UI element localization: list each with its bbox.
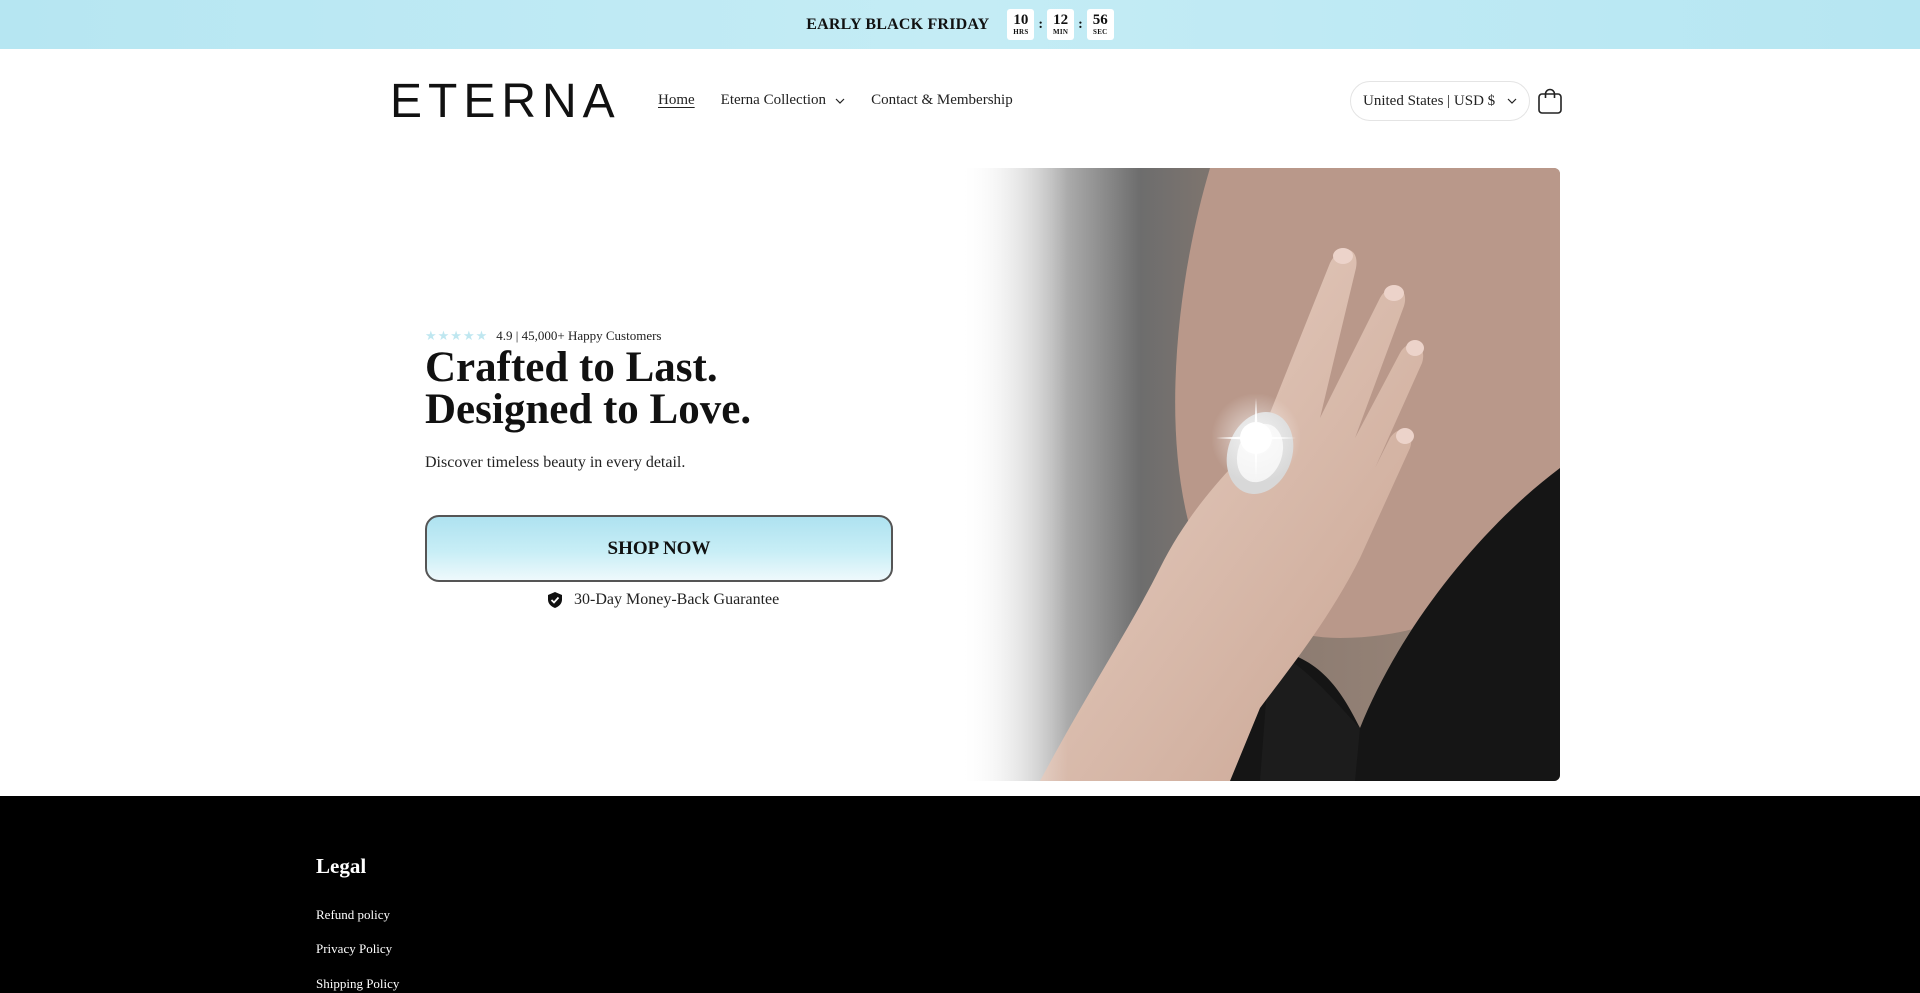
timer-hours: 10 HRS bbox=[1007, 9, 1035, 40]
main-nav: Home Eterna Collection Contact & Members… bbox=[658, 92, 1039, 109]
brand-logo[interactable]: ETERNA bbox=[390, 76, 621, 128]
nav-home[interactable]: Home bbox=[658, 92, 695, 109]
hero-subtitle: Discover timeless beauty in every detail… bbox=[425, 454, 686, 471]
hero-image bbox=[960, 168, 1560, 781]
timer-minutes: 12 MIN bbox=[1047, 9, 1075, 40]
timer-seconds: 56 SEC bbox=[1086, 9, 1114, 40]
announcement-bar: EARLY BLACK FRIDAY 10 HRS : 12 MIN : 56 … bbox=[0, 0, 1920, 49]
shield-check-icon bbox=[548, 592, 562, 608]
footer-link-shipping-policy[interactable]: Shipping Policy bbox=[316, 976, 399, 992]
footer-link-refund-policy[interactable]: Refund policy bbox=[316, 907, 390, 923]
chevron-down-icon bbox=[835, 98, 845, 104]
guarantee-text: 30-Day Money-Back Guarantee bbox=[574, 591, 780, 608]
countdown-timer: 10 HRS : 12 MIN : 56 SEC bbox=[1007, 9, 1114, 40]
announcement-text: EARLY BLACK FRIDAY bbox=[806, 15, 990, 33]
rating-stars: ★★★★★ bbox=[425, 328, 489, 343]
money-back-guarantee: 30-Day Money-Back Guarantee bbox=[546, 591, 779, 609]
timer-seconds-value: 56 bbox=[1092, 11, 1108, 28]
timer-hours-label: HRS bbox=[1013, 27, 1029, 36]
country-currency-selector[interactable]: United States | USD $ bbox=[1350, 81, 1530, 121]
nav-contact-membership[interactable]: Contact & Membership bbox=[871, 92, 1013, 109]
timer-hours-value: 10 bbox=[1013, 11, 1029, 28]
timer-minutes-label: MIN bbox=[1052, 27, 1069, 36]
hero-title: Crafted to Last. Designed to Love. bbox=[425, 344, 752, 433]
footer-link-privacy-policy[interactable]: Privacy Policy bbox=[316, 941, 392, 957]
country-currency-label: United States | USD $ bbox=[1363, 92, 1496, 109]
chevron-down-icon bbox=[1507, 98, 1517, 104]
timer-separator: : bbox=[1038, 16, 1044, 32]
timer-seconds-label: SEC bbox=[1093, 27, 1108, 36]
nav-eterna-collection-label: Eterna Collection bbox=[720, 92, 827, 108]
ring-on-hand-photo bbox=[960, 168, 1560, 781]
rating-text: 4.9 | 45,000+ Happy Customers bbox=[496, 328, 662, 343]
nav-eterna-collection[interactable]: Eterna Collection bbox=[721, 92, 845, 109]
footer-legal-title: Legal bbox=[316, 854, 367, 878]
site-footer: Legal Refund policy Privacy Policy Shipp… bbox=[0, 796, 1920, 993]
shopping-bag-icon[interactable] bbox=[1537, 87, 1563, 115]
rating-summary: ★★★★★ 4.9 | 45,000+ Happy Customers bbox=[425, 328, 662, 344]
shop-now-button[interactable]: SHOP NOW bbox=[425, 515, 893, 582]
timer-separator: : bbox=[1078, 16, 1083, 32]
timer-minutes-value: 12 bbox=[1053, 11, 1069, 28]
